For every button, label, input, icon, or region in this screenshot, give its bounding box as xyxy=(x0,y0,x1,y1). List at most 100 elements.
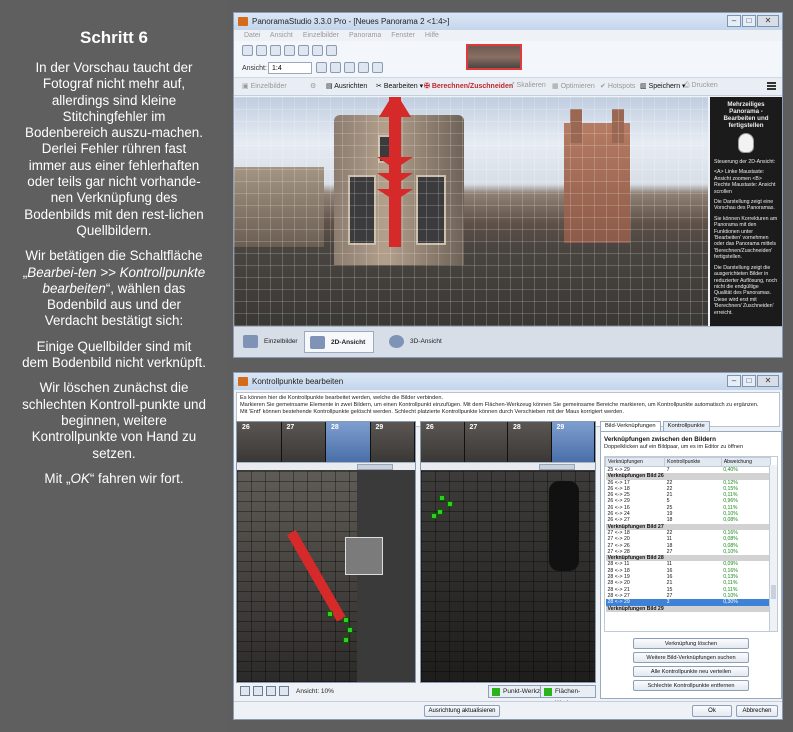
info-icon[interactable] xyxy=(284,45,295,56)
zoom-fit-icon[interactable] xyxy=(344,62,355,73)
zoom-out-icon[interactable] xyxy=(330,62,341,73)
control-point[interactable] xyxy=(447,501,453,507)
step-heading: Schritt 6 xyxy=(79,28,149,47)
thumb-27[interactable]: 27 xyxy=(464,422,508,462)
einzelbilder-button[interactable]: ▣ Einzelbilder xyxy=(242,82,287,90)
right-floor-image[interactable] xyxy=(421,471,595,682)
left-floor-image[interactable] xyxy=(237,471,415,682)
zoom-1to1-icon[interactable] xyxy=(253,686,263,696)
menu-fenster[interactable]: Fenster xyxy=(391,32,415,39)
table-group-header[interactable]: Verknüpfungen Bild 29 xyxy=(605,605,771,612)
open-folder-icon[interactable] xyxy=(256,45,267,56)
help-sidebar: Mehrzeiliges Panorama - Bearbeiten und f… xyxy=(710,97,782,326)
fit-view-icon[interactable] xyxy=(240,686,250,696)
tab-bild-verknuepfungen[interactable]: Bild-Verknüpfungen xyxy=(600,421,661,431)
new-file-icon[interactable] xyxy=(242,45,253,56)
thumb-28[interactable]: 28 xyxy=(508,422,552,462)
berechnen-zuschneiden-button[interactable]: ✠ Berechnen/Zuschneiden xyxy=(424,82,513,90)
panorama-preview[interactable] xyxy=(234,97,708,326)
menu-ansicht[interactable]: Ansicht xyxy=(270,32,293,39)
col-kontrollpunkte[interactable]: Kontrollpunkte xyxy=(664,457,722,467)
control-point[interactable] xyxy=(343,617,349,623)
drucken-button[interactable]: ⎙ Drucken xyxy=(684,82,718,90)
zoom-in-icon[interactable] xyxy=(316,62,327,73)
editor-toolbar: Ansicht: 10% Punkt-Werkzeug Flächen-Werk… xyxy=(238,685,596,707)
table-row[interactable]: 25 <-> 29 7 0,40% xyxy=(606,467,771,474)
thumb-26[interactable]: 26 xyxy=(237,422,282,462)
menu-hamburger-icon[interactable] xyxy=(767,82,776,90)
skalieren-button[interactable]: ⤢ Skalieren xyxy=(509,82,546,90)
save-icon[interactable] xyxy=(270,45,281,56)
col-abweichung[interactable]: Abweichung xyxy=(720,457,772,467)
left-image-strip: 26 27 28 29 xyxy=(237,422,415,462)
step-paragraph-1: In der Vorschau taucht der Fotograf nich… xyxy=(24,60,204,238)
links-panel: Bild-Verknüpfungen Kontrollpunkte Verknü… xyxy=(600,421,782,699)
menu-panorama[interactable]: Panorama xyxy=(349,32,381,39)
zoom-in-icon[interactable] xyxy=(266,686,276,696)
menu-datei[interactable]: Datei xyxy=(244,32,260,39)
schlechte-kontrollpunkte-entfernen-button[interactable]: Schlechte Kontrollpunkte entfernen xyxy=(633,680,749,691)
thumb-26[interactable]: 26 xyxy=(421,422,465,462)
view-label: Ansicht: xyxy=(242,65,267,72)
maximize-button[interactable]: □ xyxy=(742,15,756,27)
maximize-button[interactable]: □ xyxy=(742,375,756,387)
panel-subtitle: Doppelklicken auf ein Bildpaar, um es im… xyxy=(604,444,744,450)
tab-kontrollpunkte[interactable]: Kontrollpunkte xyxy=(662,421,710,431)
bearbeiten-button[interactable]: ✂ Bearbeiten ▾ xyxy=(376,82,423,90)
zoom-1to1-icon[interactable] xyxy=(358,62,369,73)
gear-icon[interactable]: ⚙ xyxy=(310,82,316,90)
control-point[interactable] xyxy=(347,627,353,633)
vertical-scrollbar[interactable] xyxy=(769,465,777,631)
app-icon xyxy=(238,377,248,386)
abbrechen-button[interactable]: Abbrechen xyxy=(736,705,778,717)
thumb-29[interactable]: 29 xyxy=(551,422,595,462)
control-point[interactable] xyxy=(437,509,443,515)
hotspots-button[interactable]: ✔ Hotspots xyxy=(600,82,635,90)
view-zoom-select[interactable]: 1:4 xyxy=(268,62,312,74)
menu-bar: Datei Ansicht Einzelbilder Panorama Fens… xyxy=(234,30,782,41)
col-verknuepfungen[interactable]: Verknüpfungen xyxy=(605,457,666,467)
control-point[interactable] xyxy=(343,637,349,643)
minimize-button[interactable]: – xyxy=(727,375,741,387)
weitere-verknuepfungen-suchen-button[interactable]: Weitere Bild-Verknüpfungen suchen xyxy=(633,652,749,663)
tab-einzelbilder[interactable]: Einzelbilder xyxy=(238,331,306,353)
ok-button[interactable]: Ok xyxy=(692,705,732,717)
speichern-button[interactable]: ▥ Speichern ▾ xyxy=(640,82,686,90)
verknuepfung-loeschen-button[interactable]: Verknüpfung löschen xyxy=(633,638,749,649)
undo-icon[interactable] xyxy=(312,45,323,56)
zoom-level-label: Ansicht: 10% xyxy=(296,688,334,695)
dialog-footer: Ausrichtung aktualisieren Ok Abbrechen xyxy=(234,701,782,719)
horizontal-scrollbar[interactable] xyxy=(421,462,595,470)
optimieren-button[interactable]: ▦ Optimieren xyxy=(552,82,595,90)
title-bar: PanoramaStudio 3.3.0 Pro - [Neues Panora… xyxy=(234,13,782,30)
tab-3d-ansicht[interactable]: 3D-Ansicht xyxy=(384,331,450,353)
thumb-28[interactable]: 28 xyxy=(326,422,371,462)
control-point[interactable] xyxy=(439,495,445,501)
flaechen-werkzeug-button[interactable]: Flächen-Werkzeug xyxy=(540,685,596,707)
menu-hilfe[interactable]: Hilfe xyxy=(425,32,439,39)
thumb-29[interactable]: 29 xyxy=(370,422,415,462)
kontrollpunkte-neu-verteilen-button[interactable]: Alle Kontrollpunkte neu verteilen xyxy=(633,666,749,677)
fullscreen-icon[interactable] xyxy=(372,62,383,73)
control-point[interactable] xyxy=(327,611,333,617)
app-icon xyxy=(238,17,248,26)
tab-2d-ansicht[interactable]: 2D-Ansicht xyxy=(304,331,375,353)
annotation-arrow xyxy=(389,97,401,247)
horizontal-scrollbar[interactable] xyxy=(237,462,415,470)
ausrichten-button[interactable]: ▤ Ausrichten xyxy=(326,82,367,90)
help-icon[interactable] xyxy=(298,45,309,56)
minimize-button[interactable]: – xyxy=(727,15,741,27)
ausrichtung-aktualisieren-button[interactable]: Ausrichtung aktualisieren xyxy=(424,705,500,717)
dialog-title: Kontrollpunkte bearbeiten xyxy=(252,377,344,386)
thumb-27[interactable]: 27 xyxy=(281,422,326,462)
panoramastudio-window: PanoramaStudio 3.3.0 Pro - [Neues Panora… xyxy=(233,12,783,358)
panorama-thumbnail[interactable] xyxy=(466,44,522,70)
links-table: Verknüpfungen Kontrollpunkte Abweichung … xyxy=(604,456,778,632)
redo-icon[interactable] xyxy=(326,45,337,56)
close-button[interactable]: ✕ xyxy=(757,375,779,387)
tutorial-text-column: Schritt 6 In der Vorschau taucht der Fot… xyxy=(0,0,228,732)
zoom-out-icon[interactable] xyxy=(279,686,289,696)
close-button[interactable]: ✕ xyxy=(757,15,779,27)
sphere-3d-icon xyxy=(389,335,404,348)
menu-einzelbilder[interactable]: Einzelbilder xyxy=(303,32,339,39)
